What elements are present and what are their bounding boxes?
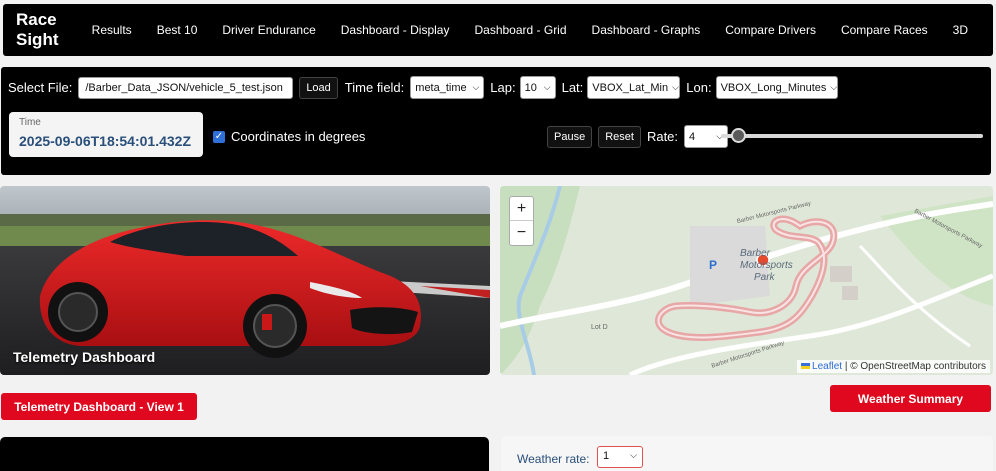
nav-item-dashboard-graphs[interactable]: Dashboard - Graphs	[592, 23, 701, 37]
track-map[interactable]: P Barber Motorsports Park Barber Motorsp…	[500, 186, 993, 375]
telemetry-view-1-button[interactable]: Telemetry Dashboard - View 1	[1, 393, 197, 420]
weather-rate-value: 1	[603, 450, 610, 462]
zoom-out-button[interactable]: −	[510, 221, 533, 245]
chevron-down-icon: ⌵	[543, 82, 551, 92]
nav-item-dashboard-display[interactable]: Dashboard - Display	[341, 23, 450, 37]
park-label-line-1: Barber	[740, 248, 771, 259]
slider-track	[721, 134, 983, 138]
brand-title[interactable]: Race Sight	[16, 10, 69, 50]
lon-value: VBOX_Long_Minutes	[720, 81, 827, 94]
park-label-line-3: Park	[754, 272, 775, 283]
lat-select[interactable]: VBOX_Lat_Min ⌵	[587, 76, 681, 99]
rate-value: 4	[689, 130, 696, 143]
weather-rate-select[interactable]: 1 ⌵	[597, 446, 643, 468]
hero-car-image: Telemetry Dashboard	[0, 186, 490, 375]
osm-attribution: | © OpenStreetMap contributors	[844, 361, 986, 372]
bottom-telemetry-panel	[0, 437, 489, 471]
nav-item-3d[interactable]: 3D	[953, 23, 968, 37]
nav-item-driver-endurance[interactable]: Driver Endurance	[222, 23, 315, 37]
rate-label: Rate:	[646, 129, 679, 144]
time-display: Time 2025-09-06T18:54:01.432Z	[9, 112, 203, 157]
lat-value: VBOX_Lat_Min	[592, 81, 669, 94]
weather-summary-button[interactable]: Weather Summary	[830, 385, 991, 412]
map-zoom-control: + −	[509, 196, 534, 246]
pause-button[interactable]: Pause	[547, 125, 593, 148]
park-label-line-2: Motorsports	[740, 260, 793, 271]
weather-panel: Weather rate: 1 ⌵	[501, 436, 993, 471]
time-field-select[interactable]: meta_time ⌵	[410, 76, 485, 99]
map-attribution: Leaflet | © OpenStreetMap contributors	[797, 360, 990, 373]
slider-thumb[interactable]	[730, 128, 746, 143]
coords-degrees-label: Coordinates in degrees	[231, 129, 366, 144]
select-file-label: Select File:	[8, 80, 73, 95]
chevron-down-icon: ⌵	[672, 82, 679, 92]
lap-value: 10	[524, 81, 537, 94]
playback-slider[interactable]	[721, 128, 983, 143]
reset-button[interactable]: Reset	[598, 125, 641, 148]
nav-item-dashboard-grid[interactable]: Dashboard - Grid	[474, 23, 566, 37]
leaflet-link[interactable]: Leaflet	[812, 361, 842, 372]
lap-label: Lap:	[490, 80, 516, 95]
hero-title: Telemetry Dashboard	[13, 349, 156, 365]
chevron-down-icon: ⌵	[830, 82, 838, 92]
coords-degrees-checkbox[interactable]: ✓	[213, 130, 225, 143]
time-label: Time	[19, 117, 41, 128]
time-value: 2025-09-06T18:54:01.432Z	[19, 133, 192, 149]
lon-label: Lon:	[686, 80, 712, 95]
lon-select[interactable]: VBOX_Long_Minutes ⌵	[715, 76, 838, 99]
controls-panel: Select File: /Barber_Data_JSON/vehicle_5…	[1, 67, 991, 175]
nav-item-best-10[interactable]: Best 10	[157, 23, 198, 37]
top-navbar: Race Sight Results Best 10 Driver Endura…	[3, 4, 993, 56]
lap-select[interactable]: 10 ⌵	[519, 76, 556, 99]
park-label: Barber Motorsports Park	[740, 248, 793, 284]
weather-rate-label: Weather rate:	[517, 452, 590, 466]
zoom-in-button[interactable]: +	[510, 197, 533, 221]
nav-item-compare-races[interactable]: Compare Races	[841, 23, 928, 37]
lot-label: Lot D	[591, 324, 608, 331]
load-button[interactable]: Load	[299, 76, 338, 99]
chevron-down-icon: ⌵	[472, 82, 480, 92]
file-path-input[interactable]: /Barber_Data_JSON/vehicle_5_test.json	[78, 76, 294, 99]
parking-label: P	[709, 258, 718, 272]
nav-item-results[interactable]: Results	[92, 23, 132, 37]
car-illustration	[0, 186, 490, 375]
nav-item-compare-drivers[interactable]: Compare Drivers	[725, 23, 816, 37]
flag-icon	[801, 363, 811, 370]
lat-label: Lat:	[561, 80, 584, 95]
time-field-value: meta_time	[415, 81, 467, 94]
time-field-label: Time field:	[344, 80, 405, 95]
chevron-down-icon: ⌵	[630, 450, 637, 460]
